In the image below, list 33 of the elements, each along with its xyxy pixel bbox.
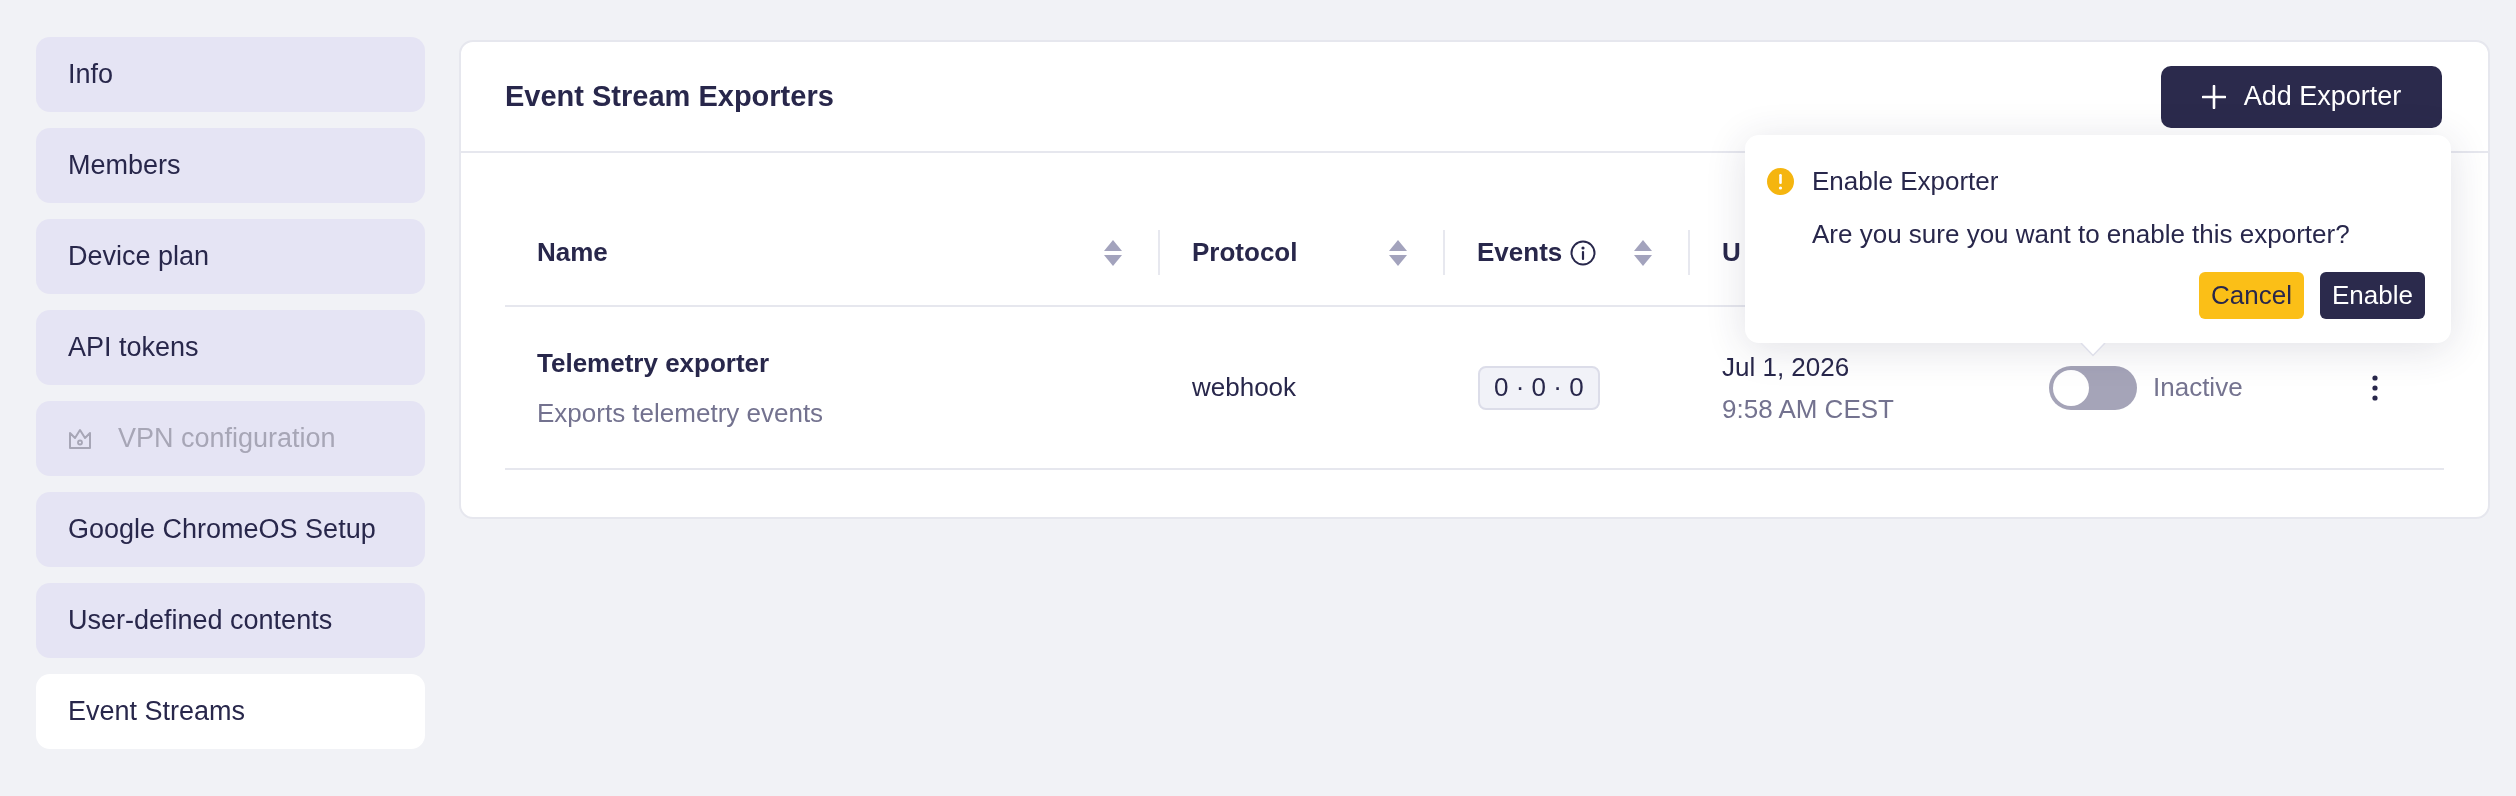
exporter-name: Telemetry exporter <box>537 346 771 380</box>
sort-icon[interactable] <box>1634 239 1652 266</box>
updated-time: 9:58 AM CEST <box>1722 392 1895 426</box>
column-header[interactable]: Events <box>1477 233 1652 272</box>
cancel-button[interactable]: Cancel <box>2199 272 2305 319</box>
sidebar-item[interactable]: Event Streams <box>36 674 425 749</box>
sort-icon[interactable] <box>1389 239 1407 266</box>
updated-date: Jul 1, 2026 <box>1722 350 1851 384</box>
sidebar-item[interactable]: Info <box>36 37 425 112</box>
sidebar-item[interactable]: Google ChromeOS Setup <box>36 492 425 567</box>
more-options-icon[interactable] <box>2372 374 2378 401</box>
warning-icon <box>1767 167 1794 195</box>
status-text: Inactive <box>2153 371 2243 404</box>
toggle-switch[interactable] <box>2049 365 2137 410</box>
add-exporter-button[interactable]: Add Exporter <box>2161 65 2442 128</box>
protocol-text: webhook <box>1192 372 1297 402</box>
popover-title: Enable Exporter <box>1812 165 1999 198</box>
sort-icon[interactable] <box>1104 239 1122 266</box>
sidebar-item[interactable]: Members <box>36 128 425 203</box>
column-header[interactable]: Protocol <box>1192 233 1407 272</box>
popover-message: Are you sure you want to enable this exporter? <box>1812 218 2351 251</box>
crown-icon <box>68 427 92 450</box>
column-header[interactable]: Name <box>537 233 1122 272</box>
plus-icon <box>2201 84 2226 109</box>
exporter-description: Exports telemetry events <box>537 396 825 430</box>
sidebar-item[interactable]: API tokens <box>36 310 425 385</box>
info-icon[interactable] <box>1570 239 1597 266</box>
event-count-badge: 0 · 0 · 0 <box>1478 365 1600 410</box>
panel-title: Event Stream Exporters <box>505 78 834 114</box>
sidebar-item[interactable]: User-defined contents <box>36 583 425 658</box>
sidebar-item[interactable]: Device plan <box>36 219 425 294</box>
confirm-button[interactable]: Enable <box>2320 272 2425 319</box>
column-header[interactable]: U <box>1722 233 1741 272</box>
